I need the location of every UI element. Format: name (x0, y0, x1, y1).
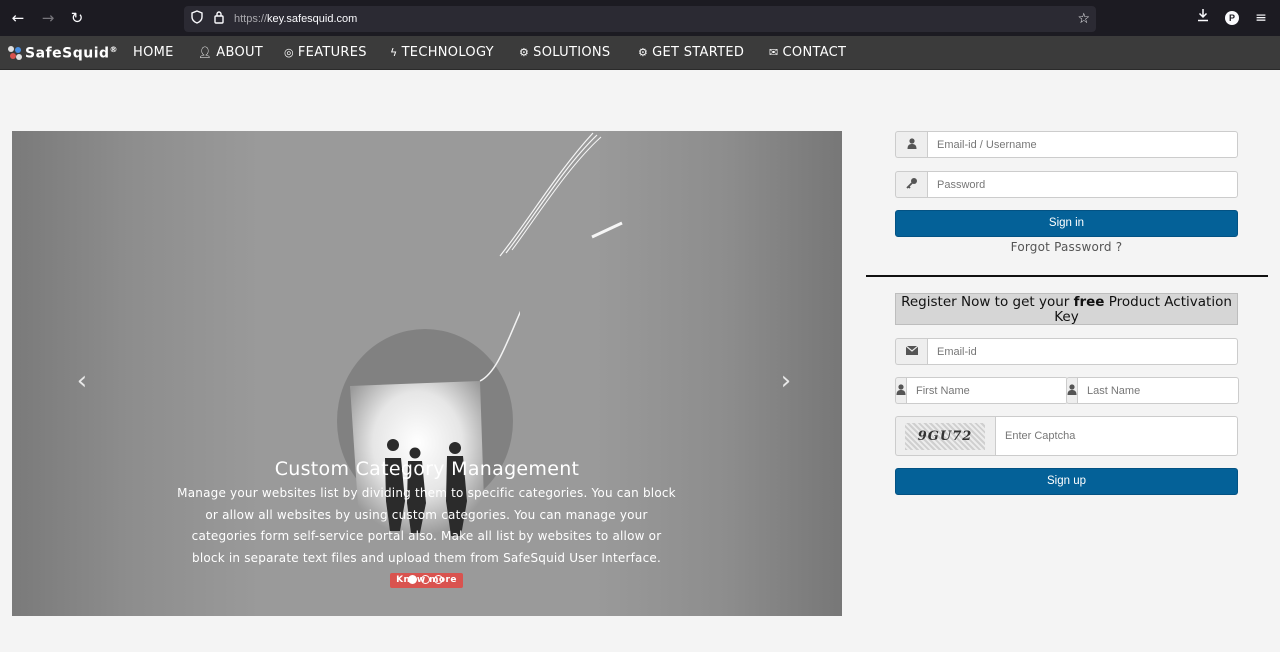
hero-carousel: ‹ › Custom Category Management Manage yo… (12, 131, 842, 616)
back-arrow-icon[interactable]: ← (8, 8, 28, 28)
first-name-field[interactable] (906, 377, 1068, 404)
last-name-field[interactable] (1077, 377, 1239, 404)
nav-get-started[interactable]: ⚙ GET STARTED (638, 36, 744, 70)
user-icon (895, 377, 906, 404)
envelope-icon: ✉ (769, 46, 779, 59)
download-icon[interactable] (1193, 8, 1213, 28)
section-divider (866, 275, 1268, 277)
safesquid-logo[interactable]: SafeSquid® (8, 44, 118, 62)
captcha-field[interactable] (995, 416, 1238, 456)
carousel-indicator-1[interactable] (408, 575, 417, 584)
nav-about[interactable]: 👤︎ ABOUT (198, 36, 263, 70)
captcha-text: 9GU72 (905, 423, 985, 450)
forward-arrow-icon[interactable]: → (38, 8, 58, 28)
user-icon (1066, 377, 1077, 404)
bolt-icon: ϟ (390, 46, 398, 59)
address-bar[interactable]: https://key.safesquid.com ☆ (184, 6, 1096, 32)
nav-contact[interactable]: ✉ CONTACT (769, 36, 846, 70)
cogs-icon: ⚙ (638, 46, 649, 59)
captcha-image: 9GU72 (895, 416, 995, 456)
register-email-field[interactable] (927, 338, 1238, 365)
login-password-field[interactable] (927, 171, 1238, 198)
bookmark-star-icon[interactable]: ☆ (1077, 10, 1090, 28)
nav-home[interactable]: HOME (133, 36, 174, 70)
carousel-prev-icon[interactable]: ‹ (70, 367, 94, 395)
url-text: https://key.safesquid.com (234, 13, 358, 25)
forgot-password-link[interactable]: Forgot Password ? (896, 240, 1237, 254)
menu-hamburger-icon[interactable]: ≡ (1251, 8, 1271, 28)
browser-toolbar: ← → ↻ https://key.safesquid.com ☆ P ≡ (0, 0, 1280, 36)
nav-solutions[interactable]: ⚙ SOLUTIONS (519, 36, 610, 70)
first-name-group (895, 377, 1068, 404)
register-heading: Register Now to get your free Product Ac… (895, 293, 1238, 325)
carousel-indicator-2[interactable] (421, 575, 430, 584)
carousel-indicators (408, 575, 443, 584)
carousel-indicator-3[interactable] (434, 575, 443, 584)
logo-text: SafeSquid® (25, 44, 119, 62)
signup-button[interactable]: Sign up (895, 468, 1238, 495)
light-streaks (499, 132, 623, 257)
slide-title: Custom Category Management (274, 458, 580, 480)
lock-icon[interactable] (210, 10, 228, 28)
user-icon: 👤︎ (198, 46, 213, 59)
signin-button[interactable]: Sign in (895, 210, 1238, 237)
login-email-group (895, 131, 1238, 158)
user-icon (895, 131, 927, 158)
nav-technology[interactable]: ϟ TECHNOLOGY (390, 36, 494, 70)
last-name-group (1066, 377, 1239, 404)
reload-icon[interactable]: ↻ (67, 8, 87, 28)
carousel-next-icon[interactable]: › (774, 367, 798, 395)
nav-features[interactable]: ◎ FEATURES (284, 36, 367, 70)
key-icon (895, 171, 927, 198)
cogs-icon: ⚙ (519, 46, 530, 59)
bullseye-icon: ◎ (284, 46, 294, 59)
envelope-icon (895, 338, 927, 365)
site-navbar: SafeSquid® HOME 👤︎ ABOUT ◎ FEATURES ϟ TECHN… (0, 36, 1280, 70)
captcha-group: 9GU72 (895, 416, 1238, 456)
login-email-field[interactable] (927, 131, 1238, 158)
register-email-group (895, 338, 1238, 365)
shield-icon[interactable] (188, 10, 206, 28)
login-password-group (895, 171, 1238, 198)
logo-mark-icon (8, 46, 22, 60)
profile-avatar[interactable]: P (1225, 11, 1239, 25)
